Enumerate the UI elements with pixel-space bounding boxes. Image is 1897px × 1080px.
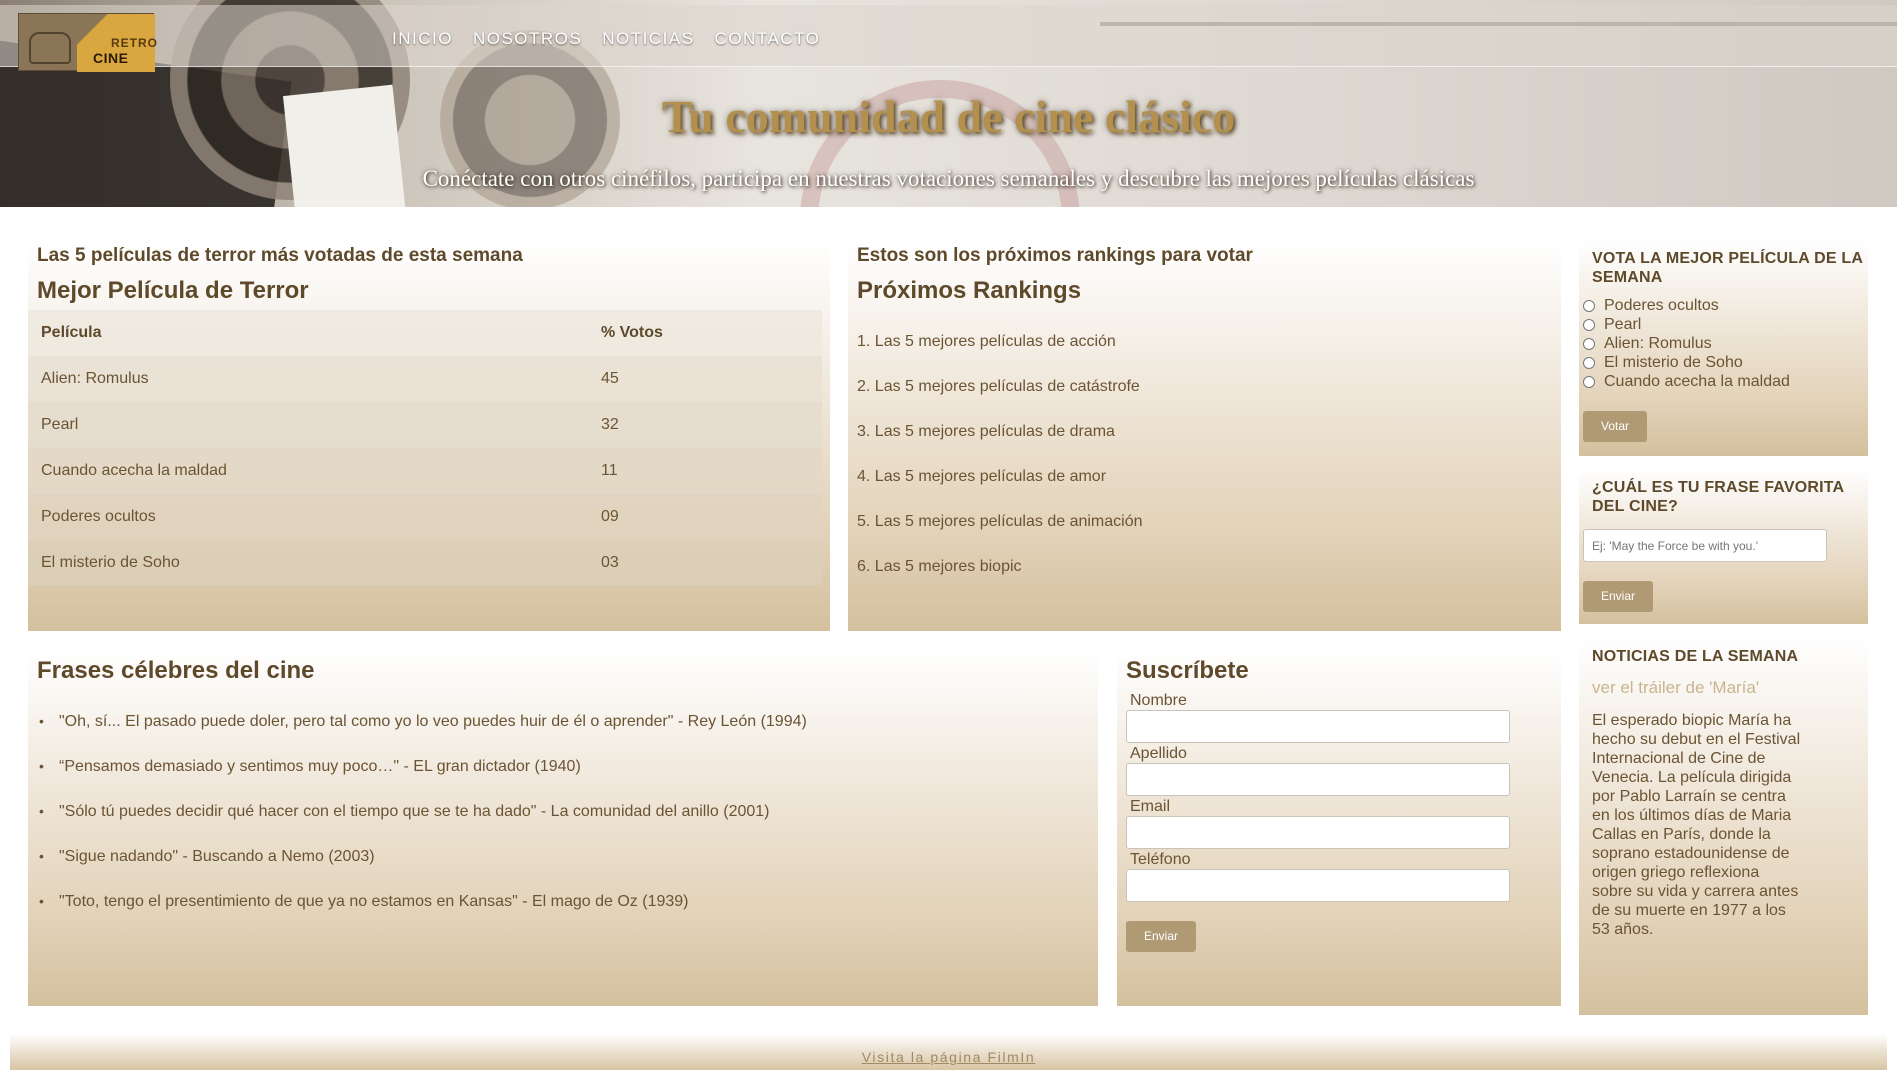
list-item: "Toto, tengo el presentimiento de que ya…	[37, 879, 1098, 924]
top-navbar: RETRO CINE INICIO NOSOTROS NOTICIAS CONT…	[0, 5, 1897, 72]
favorite-quote-input[interactable]	[1583, 529, 1827, 562]
quotes-title: Frases célebres del cine	[37, 657, 315, 684]
table-row: Poderes ocultos 09	[28, 494, 822, 540]
terror-ranking-panel: Las 5 películas de terror más votadas de…	[28, 240, 830, 631]
table-row: El misterio de Soho 03	[28, 540, 822, 586]
telefono-field[interactable]	[1126, 869, 1510, 902]
table-cell-title: El misterio de Soho	[41, 554, 180, 571]
filmin-link[interactable]: Visita la página FilmIn	[862, 1042, 1036, 1072]
table-cell-title: Poderes ocultos	[41, 508, 156, 525]
vote-option[interactable]: Cuando acecha la maldad	[1583, 372, 1868, 391]
email-field[interactable]	[1126, 816, 1510, 849]
famous-quotes-panel: Frases célebres del cine "Oh, sí... El p…	[28, 650, 1098, 1006]
subscribe-panel: Suscríbete Nombre Apellido Email Teléfon…	[1117, 650, 1561, 1006]
list-item: "Sólo tú puedes decidir qué hacer con el…	[37, 789, 1098, 834]
rankings-kicker: Estos son los próximos rankings para vot…	[857, 245, 1253, 266]
news-trailer-link[interactable]: ver el tráiler de 'María'	[1592, 678, 1868, 698]
telefono-label: Teléfono	[1130, 851, 1191, 868]
list-item: 6. Las 5 mejores biopic	[857, 558, 1022, 575]
table-cell-title: Pearl	[41, 416, 79, 433]
favorite-quote-panel: ¿CUÁL ES TU FRASE FAVORITA DEL CINE? Env…	[1579, 469, 1868, 624]
list-item: "Oh, sí... El pasado puede doler, pero t…	[37, 699, 1098, 744]
nav-noticias[interactable]: NOTICIAS	[602, 29, 694, 49]
table-cell-votes: 32	[601, 416, 619, 433]
subscribe-submit-button[interactable]: Enviar	[1126, 921, 1196, 952]
footer: Visita la página FilmIn	[10, 1034, 1887, 1070]
table-cell-title: Cuando acecha la maldad	[41, 462, 227, 479]
list-item: 5. Las 5 mejores películas de animación	[857, 513, 1143, 530]
table-cell-votes: 09	[601, 508, 619, 525]
table-row: Alien: Romulus 45	[28, 356, 822, 402]
column-header-votos: % Votos	[601, 324, 663, 341]
table-cell-votes: 03	[601, 554, 619, 571]
vote-option[interactable]: El misterio de Soho	[1583, 353, 1868, 372]
subscribe-title: Suscríbete	[1126, 657, 1249, 684]
table-row: Cuando acecha la maldad 11	[28, 448, 822, 494]
rankings-list: 1. Las 5 mejores películas de acción 2. …	[857, 319, 1561, 589]
list-item: 2. Las 5 mejores películas de catástrofe	[857, 378, 1140, 395]
table-cell-votes: 45	[601, 370, 619, 387]
vote-button[interactable]: Votar	[1583, 411, 1647, 442]
column-header-pelicula: Película	[41, 324, 102, 341]
news-title: NOTICIAS DE LA SEMANA	[1592, 648, 1799, 665]
vote-options: Poderes ocultos Pearl Alien: Romulus El …	[1583, 296, 1868, 391]
logo-text-bottom: CINE	[93, 50, 129, 66]
table-header-row: Película % Votos	[28, 310, 822, 356]
terror-title: Mejor Película de Terror	[37, 277, 309, 304]
quotes-list: "Oh, sí... El pasado puede doler, pero t…	[37, 699, 1098, 924]
apellido-field[interactable]	[1126, 763, 1510, 796]
favorite-quote-title: ¿CUÁL ES TU FRASE FAVORITA DEL CINE?	[1592, 479, 1844, 515]
list-item: 1. Las 5 mejores películas de acción	[857, 333, 1116, 350]
apellido-label: Apellido	[1130, 745, 1187, 762]
radio-button[interactable]	[1583, 299, 1595, 312]
radio-button[interactable]	[1583, 375, 1595, 388]
email-label: Email	[1130, 798, 1171, 815]
vote-option[interactable]: Pearl	[1583, 315, 1868, 334]
vote-option[interactable]: Poderes ocultos	[1583, 296, 1868, 315]
news-body: El esperado biopic María ha hecho su deb…	[1592, 712, 1801, 938]
hero-subtitle: Conéctate con otros cinéfilos, participa…	[422, 166, 1475, 191]
main-nav: INICIO NOSOTROS NOTICIAS CONTACTO	[392, 29, 820, 49]
radio-button[interactable]	[1583, 337, 1595, 350]
radio-button[interactable]	[1583, 356, 1595, 369]
subscribe-form: Nombre Apellido Email Teléfono Enviar	[1126, 690, 1561, 952]
radio-button[interactable]	[1583, 318, 1595, 331]
rankings-title: Próximos Rankings	[857, 277, 1082, 304]
terror-table: Película % Votos Alien: Romulus 45 Pearl…	[28, 310, 822, 586]
nav-nosotros[interactable]: NOSOTROS	[473, 29, 582, 49]
table-row: Pearl 32	[28, 402, 822, 448]
list-item: "Sigue nadando" - Buscando a Nemo (2003)	[37, 834, 1098, 879]
nav-inicio[interactable]: INICIO	[392, 29, 453, 49]
camera-icon	[29, 32, 71, 64]
table-cell-votes: 11	[601, 462, 618, 479]
nav-contacto[interactable]: CONTACTO	[715, 29, 821, 49]
vote-panel: VOTA LA MEJOR PELÍCULA DE LA SEMANA Pode…	[1579, 240, 1868, 456]
favorite-quote-submit-button[interactable]: Enviar	[1583, 581, 1653, 612]
upcoming-rankings-panel: Estos son los próximos rankings para vot…	[848, 240, 1561, 631]
news-panel: NOTICIAS DE LA SEMANA ver el tráiler de …	[1579, 637, 1868, 1015]
logo-text-top: RETRO	[111, 36, 158, 50]
retro-cine-logo[interactable]: RETRO CINE	[18, 13, 157, 72]
terror-kicker: Las 5 películas de terror más votadas de…	[37, 245, 523, 266]
nombre-field[interactable]	[1126, 710, 1510, 743]
hero-title: Tu comunidad de cine clásico	[661, 91, 1236, 142]
list-item: 3. Las 5 mejores películas de drama	[857, 423, 1115, 440]
list-item: 4. Las 5 mejores películas de amor	[857, 468, 1107, 485]
nombre-label: Nombre	[1130, 692, 1187, 709]
vote-option[interactable]: Alien: Romulus	[1583, 334, 1868, 353]
table-cell-title: Alien: Romulus	[41, 370, 149, 387]
vote-title: VOTA LA MEJOR PELÍCULA DE LA SEMANA	[1592, 250, 1863, 286]
list-item: “Pensamos demasiado y sentimos muy poco……	[37, 744, 1098, 789]
hero-banner: RETRO CINE INICIO NOSOTROS NOTICIAS CONT…	[0, 0, 1897, 207]
